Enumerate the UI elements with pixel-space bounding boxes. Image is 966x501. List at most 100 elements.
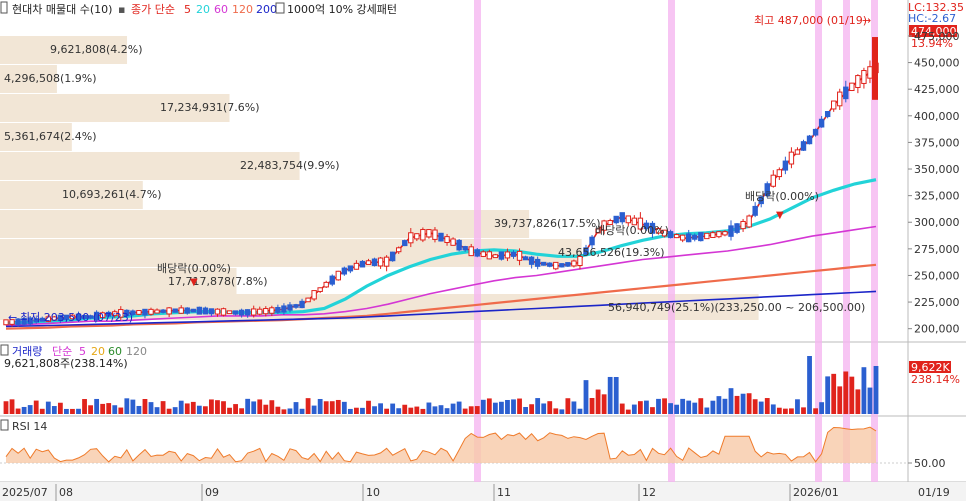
candle-body[interactable] (323, 281, 329, 288)
candle-body[interactable] (172, 308, 178, 313)
candle-body[interactable] (142, 308, 148, 316)
candle-body[interactable] (444, 236, 450, 243)
candle-body[interactable] (299, 300, 305, 309)
candle-body[interactable] (740, 220, 746, 230)
candle-body[interactable] (462, 246, 468, 251)
candle-body[interactable] (238, 309, 245, 316)
candle-body[interactable] (275, 306, 281, 313)
candle-body[interactable] (510, 251, 517, 257)
candle-body[interactable] (800, 141, 807, 151)
candle-body[interactable] (855, 75, 861, 88)
candle-body[interactable] (788, 151, 795, 165)
candle-body[interactable] (710, 232, 716, 238)
candle-body[interactable] (679, 234, 686, 241)
candle-body[interactable] (450, 238, 456, 246)
candle-body[interactable] (263, 308, 269, 315)
candle-body[interactable] (613, 215, 619, 224)
candle-body[interactable] (196, 306, 203, 315)
candle-body[interactable] (849, 82, 855, 92)
candle-body[interactable] (752, 205, 758, 216)
candle-body[interactable] (220, 308, 227, 316)
candle-body[interactable] (341, 267, 348, 275)
candle-body[interactable] (625, 215, 631, 224)
candle-body[interactable] (293, 304, 299, 308)
candle-body[interactable] (432, 229, 438, 240)
candle-body[interactable] (794, 149, 801, 155)
candle-body[interactable] (547, 262, 553, 267)
candle-body[interactable] (746, 215, 752, 228)
candle-body[interactable] (522, 256, 529, 261)
candle-body[interactable] (486, 251, 493, 260)
candle-body[interactable] (806, 135, 813, 145)
candle-body[interactable] (504, 251, 511, 259)
candle-body[interactable] (673, 234, 680, 239)
candle-body[interactable] (426, 229, 432, 238)
candle-body[interactable] (728, 225, 734, 237)
candle-body[interactable] (148, 308, 154, 315)
candle-body[interactable] (837, 91, 843, 107)
candle-body[interactable] (704, 232, 710, 240)
candle-body[interactable] (383, 256, 390, 267)
candle-body[interactable] (208, 308, 215, 315)
candle-body[interactable] (824, 111, 831, 118)
candle-body[interactable] (371, 258, 378, 267)
candle-body[interactable] (257, 308, 263, 315)
candle-body[interactable] (377, 257, 384, 267)
candle-body[interactable] (414, 233, 420, 240)
candle-body[interactable] (534, 258, 541, 267)
candle-body[interactable] (311, 290, 317, 300)
candle-body[interactable] (565, 262, 571, 267)
settings-icon[interactable]: ▪ (118, 3, 125, 16)
candle-body[interactable] (287, 304, 293, 311)
candle-body[interactable] (589, 236, 595, 246)
candle-body[interactable] (281, 305, 287, 313)
candle-body[interactable] (843, 86, 849, 100)
candle-body[interactable] (136, 310, 142, 315)
candle-body[interactable] (571, 260, 577, 267)
candle-body[interactable] (734, 223, 740, 233)
candle-body[interactable] (716, 231, 722, 238)
candle-body[interactable] (692, 234, 698, 240)
candle-body[interactable] (178, 307, 184, 314)
candle-body[interactable] (438, 232, 444, 242)
candle-body[interactable] (861, 70, 867, 84)
candle-body[interactable] (667, 231, 674, 239)
candle-body[interactable] (686, 233, 692, 243)
candle-body[interactable] (528, 256, 535, 265)
candle-body[interactable] (474, 249, 480, 257)
candle-body[interactable] (480, 251, 486, 257)
candle-body[interactable] (396, 247, 402, 253)
candle-body[interactable] (365, 260, 372, 265)
candle-body[interactable] (619, 212, 625, 223)
candle-body[interactable] (831, 100, 837, 110)
candle-body[interactable] (782, 160, 789, 171)
candle-body[interactable] (251, 308, 257, 316)
candle-body[interactable] (408, 232, 414, 244)
candle-body[interactable] (492, 254, 499, 259)
candle-body[interactable] (329, 275, 335, 285)
candle-body[interactable] (553, 261, 559, 270)
candle-body[interactable] (698, 232, 704, 242)
candle-body[interactable] (468, 246, 474, 257)
candle-body[interactable] (420, 229, 426, 241)
candle-body[interactable] (867, 66, 873, 79)
candle-body[interactable] (214, 308, 221, 315)
candle-body[interactable] (244, 309, 251, 316)
candle-body[interactable] (160, 309, 166, 313)
chart-canvas[interactable]: 9,621,808(4.2%) 4,296,508(1.9%) 17,234,931… (0, 0, 966, 501)
candle-body[interactable] (541, 261, 547, 266)
candle-body[interactable] (190, 308, 196, 313)
candle-body[interactable] (269, 307, 275, 314)
candle-body[interactable] (722, 231, 728, 236)
candle-body[interactable] (456, 239, 462, 251)
candle-body[interactable] (226, 310, 233, 315)
candle-body[interactable] (359, 260, 366, 268)
candle-body[interactable] (154, 309, 160, 314)
last-candle[interactable] (872, 37, 878, 100)
candle-body[interactable] (335, 270, 341, 281)
candle-body[interactable] (770, 174, 776, 187)
candle-body[interactable] (498, 251, 505, 260)
candle-body[interactable] (305, 297, 311, 303)
candle-body[interactable] (776, 169, 783, 178)
candle-body[interactable] (389, 251, 396, 262)
